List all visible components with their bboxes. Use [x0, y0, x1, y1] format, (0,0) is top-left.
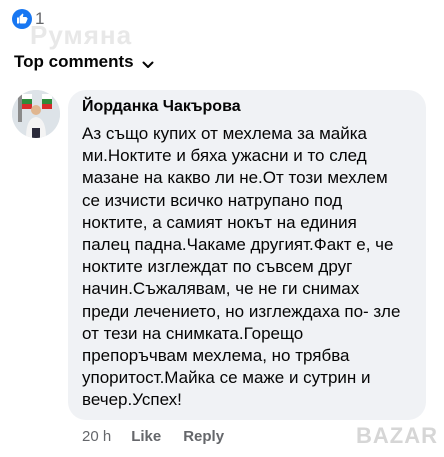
faded-background-text: Румяна [30, 20, 133, 50]
reply-button[interactable]: Reply [183, 428, 224, 445]
reaction-summary[interactable]: 1 [12, 8, 44, 30]
top-comments-label: Top comments [14, 52, 134, 71]
top-comments-filter[interactable]: Top comments [14, 52, 154, 72]
reaction-count: 1 [35, 9, 45, 28]
like-icon [12, 9, 32, 29]
comment-line: ми.Ноктите и бяха ужасни и то след [82, 146, 367, 166]
comment-line: препоръчвам мехлема, но трябва [82, 346, 350, 366]
comment-line: ноктите изглеждат по съвсем друг [82, 257, 353, 277]
like-button[interactable]: Like [131, 428, 161, 445]
comment-line: вечер.Успех! [82, 390, 182, 410]
comment-line: Аз също купих от мехлема за майка [82, 124, 367, 143]
comment-line: начин.Съжалявам, че не ги снимах [82, 279, 360, 299]
comment-line: ноктите, а самият нокът на единия [82, 212, 357, 232]
comment-line: упоритост.Майка се маже и сутрин и [82, 368, 371, 388]
comment-line: преди лечението, но изглеждаха по- зле [82, 301, 401, 321]
bazar-watermark: BAZAR [356, 423, 438, 448]
comment-author[interactable]: Йорданка Чакърова [82, 98, 241, 116]
comment-bubble: Йорданка Чакърова Аз също купих от мехле… [68, 90, 426, 420]
comment-timestamp[interactable]: 20 h [82, 428, 111, 445]
chevron-down-icon [142, 56, 154, 68]
comment-line: палец падна.Чакаме другият.Факт е, че [82, 235, 394, 255]
comment-line: мазане на какво ли не.От този мехлем [82, 168, 388, 188]
comment-line: се изчисти всичко натрупано под [82, 190, 343, 210]
avatar[interactable] [12, 90, 60, 138]
comment-text: Аз също купих от мехлема за майка ми.Нок… [82, 123, 422, 412]
comment-actions: 20 h Like Reply [82, 428, 246, 445]
facebook-comment-screenshot: Румяна 1 Top comments Йорданка Чакърова … [0, 0, 444, 457]
comment-line: от тези на снимката.Горещо [82, 323, 304, 343]
